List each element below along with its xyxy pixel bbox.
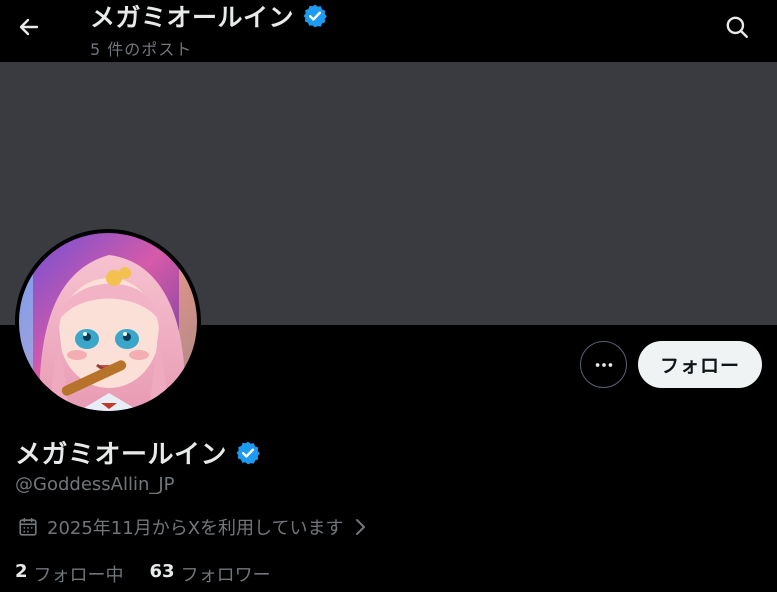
following-count: 2 xyxy=(15,561,28,582)
header-title: メガミオールイン xyxy=(90,3,295,32)
avatar[interactable] xyxy=(15,229,201,415)
back-button[interactable] xyxy=(10,8,48,46)
top-bar: メガミオールイン 5 件のポスト xyxy=(0,0,777,62)
post-count: 5 件のポスト xyxy=(90,40,193,59)
follow-button[interactable]: フォロー xyxy=(638,341,762,388)
user-handle: @GoddessAllin_JP xyxy=(15,474,175,495)
search-button[interactable] xyxy=(718,8,756,46)
search-icon xyxy=(726,16,748,38)
arrow-left-icon xyxy=(19,18,39,36)
display-name: メガミオールイン xyxy=(15,440,228,470)
calendar-icon xyxy=(19,517,37,536)
display-name-row: メガミオールイン xyxy=(15,434,261,471)
avatar-image xyxy=(19,233,197,411)
more-options-button[interactable] xyxy=(580,341,627,388)
joined-date: 2025年11月からXを利用しています xyxy=(47,518,344,539)
following-label: フォロー中 xyxy=(33,565,124,586)
more-dots-icon xyxy=(595,362,612,367)
following-link[interactable]: 2 フォロー中 xyxy=(15,561,124,587)
followers-label: フォロワー xyxy=(180,565,271,586)
followers-link[interactable]: 63 フォロワー xyxy=(150,561,271,587)
header-title-row: メガミオールイン xyxy=(90,0,328,32)
followers-count: 63 xyxy=(149,561,175,582)
chevron-right-icon xyxy=(355,519,365,535)
follow-stats: 2 フォロー中 63 フォロワー xyxy=(15,561,271,587)
joined-date-row[interactable]: 2025年11月からXを利用しています xyxy=(17,514,368,540)
verified-badge-icon[interactable] xyxy=(235,440,261,466)
verified-badge-icon xyxy=(303,4,327,28)
